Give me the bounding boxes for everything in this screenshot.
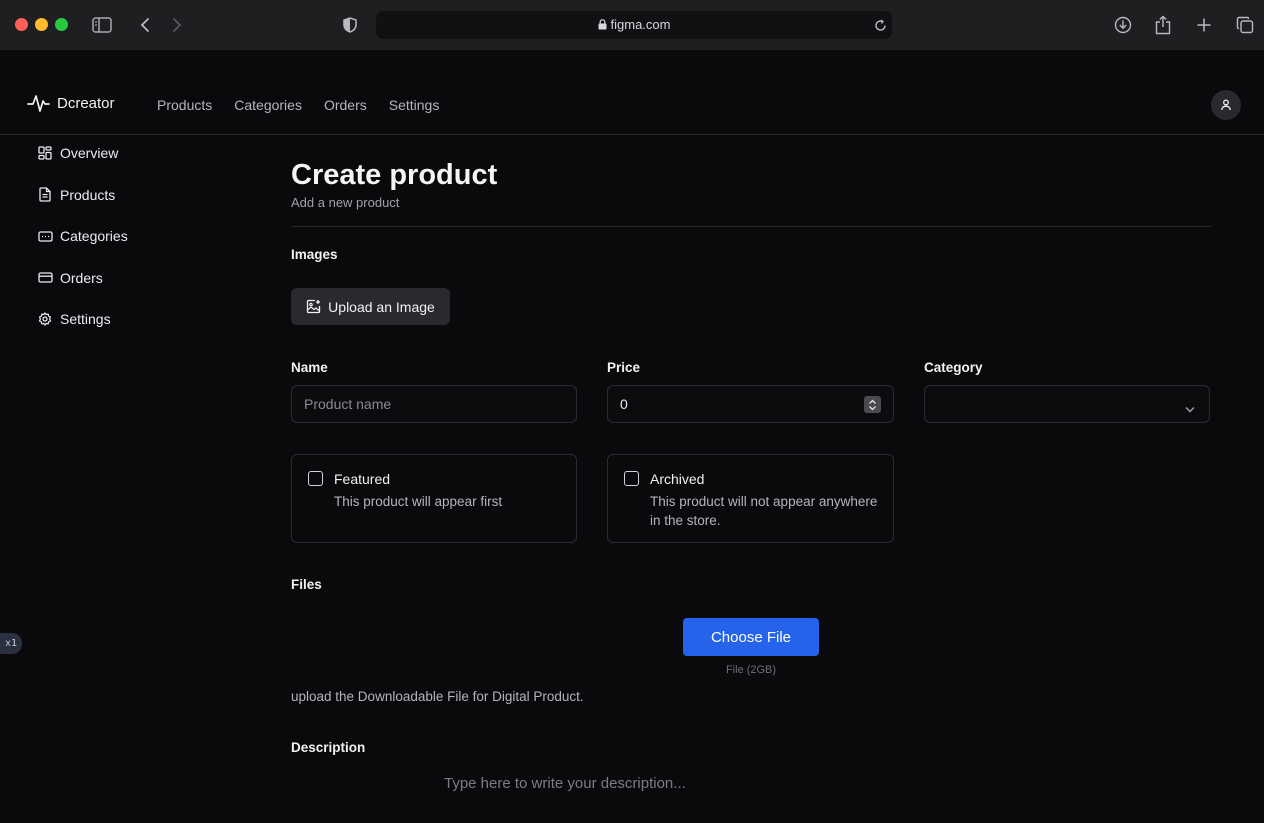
overview-icon xyxy=(37,145,53,161)
choose-file-button[interactable]: Choose File xyxy=(683,618,819,656)
sidebar-item-products[interactable]: Products xyxy=(37,182,128,208)
price-input[interactable] xyxy=(608,386,893,422)
nav-settings[interactable]: Settings xyxy=(389,97,440,113)
url-text: figma.com xyxy=(610,17,671,32)
gear-icon xyxy=(37,311,53,327)
app-header: Dcreator Products Categories Orders Sett… xyxy=(0,50,1264,135)
price-field-container xyxy=(607,385,894,423)
image-plus-icon xyxy=(307,299,321,314)
minimize-window-button[interactable] xyxy=(35,18,48,31)
zoom-badge[interactable]: x1 xyxy=(0,633,22,654)
categories-icon xyxy=(37,228,53,244)
description-label: Description xyxy=(291,740,366,755)
document-icon xyxy=(37,187,53,203)
new-tab-icon[interactable] xyxy=(1192,13,1216,37)
price-stepper[interactable] xyxy=(864,396,881,413)
brand-name: Dcreator xyxy=(57,94,115,112)
activity-icon xyxy=(27,95,50,112)
page-subtitle: Add a new product xyxy=(291,195,400,210)
images-label: Images xyxy=(291,247,338,262)
user-avatar[interactable] xyxy=(1211,90,1241,120)
upload-image-label: Upload an Image xyxy=(328,298,435,315)
maximize-window-button[interactable] xyxy=(55,18,68,31)
tabs-icon[interactable] xyxy=(1233,13,1257,37)
sidebar-item-label: Products xyxy=(60,186,116,203)
featured-option: Featured This product will appear first xyxy=(291,454,577,543)
stepper-icon xyxy=(869,399,876,410)
reload-icon[interactable] xyxy=(868,13,892,37)
lock-icon xyxy=(598,18,607,33)
files-help-text: upload the Downloadable File for Digital… xyxy=(291,689,584,704)
featured-description: This product will appear first xyxy=(334,494,503,509)
sidebar-item-categories[interactable]: Categories xyxy=(37,223,128,249)
name-input[interactable] xyxy=(292,386,576,422)
sidebar-toggle-icon[interactable] xyxy=(90,13,114,37)
download-icon[interactable] xyxy=(1111,13,1135,37)
divider xyxy=(291,226,1211,227)
name-label: Name xyxy=(291,360,328,375)
forward-icon[interactable] xyxy=(165,13,189,37)
featured-title: Featured xyxy=(334,471,391,487)
top-nav: Products Categories Orders Settings xyxy=(157,97,461,113)
sidebar-item-overview[interactable]: Overview xyxy=(37,140,128,166)
brand-logo[interactable]: Dcreator xyxy=(27,93,115,113)
nav-products[interactable]: Products xyxy=(157,97,212,113)
browser-toolbar: figma.com xyxy=(0,0,1264,50)
sidebar-item-label: Overview xyxy=(60,145,119,161)
sidebar-item-orders[interactable]: Orders xyxy=(37,265,128,291)
category-label: Category xyxy=(924,360,983,375)
sidebar-item-settings[interactable]: Settings xyxy=(37,306,128,332)
archived-checkbox[interactable] xyxy=(624,471,639,486)
nav-orders[interactable]: Orders xyxy=(324,97,367,113)
sidebar-item-label: Orders xyxy=(60,269,103,286)
share-icon[interactable] xyxy=(1151,13,1175,37)
file-size-hint: File (2GB) xyxy=(725,664,777,676)
category-select[interactable] xyxy=(924,385,1210,423)
user-icon xyxy=(1221,99,1231,111)
featured-checkbox[interactable] xyxy=(308,471,323,486)
upload-image-button[interactable]: Upload an Image xyxy=(291,288,450,325)
close-window-button[interactable] xyxy=(15,18,28,31)
archived-description: This product will not appear anywhere in… xyxy=(650,494,878,528)
page-title: Create product xyxy=(291,159,498,191)
chevron-down-icon xyxy=(1185,400,1195,418)
price-label: Price xyxy=(607,360,641,375)
archived-title: Archived xyxy=(650,471,705,487)
name-field-container xyxy=(291,385,577,423)
card-icon xyxy=(37,270,53,286)
nav-categories[interactable]: Categories xyxy=(234,97,302,113)
description-editor[interactable]: Type here to write your description... xyxy=(444,775,686,792)
files-label: Files xyxy=(291,577,322,592)
archived-option: Archived This product will not appear an… xyxy=(607,454,894,543)
back-icon[interactable] xyxy=(133,13,157,37)
sidebar-item-label: Settings xyxy=(60,311,111,328)
shield-icon[interactable] xyxy=(338,13,362,37)
address-bar[interactable]: figma.com xyxy=(376,11,892,39)
sidebar: Overview Products Categories Orders Sett… xyxy=(37,140,128,348)
sidebar-item-label: Categories xyxy=(60,228,128,245)
